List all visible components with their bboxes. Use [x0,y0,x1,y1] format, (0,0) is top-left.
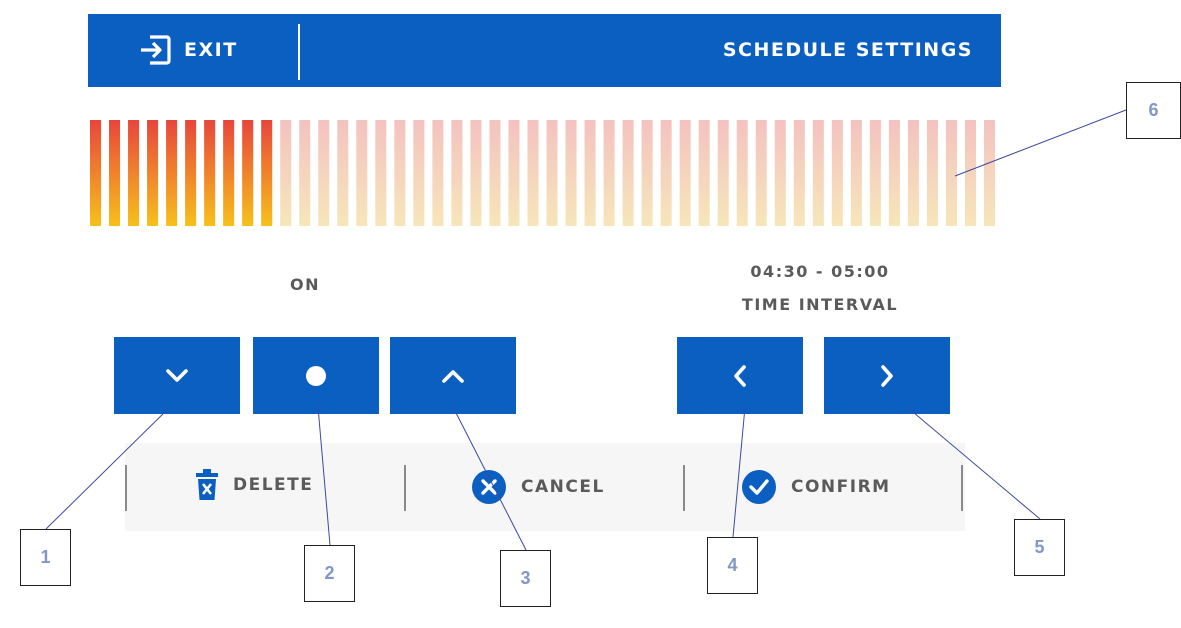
timeline-slot-inactive [527,120,539,226]
timeline-slot-inactive [888,120,900,226]
timeline-slot-inactive [964,120,976,226]
callout-leader-lines [45,109,1127,551]
timeline-slot-inactive [546,120,558,226]
confirm-button[interactable]: CONFIRM [741,469,891,505]
callout-3: 3 [500,550,551,607]
timeline-slot-active [128,120,140,226]
increase-button[interactable] [390,337,516,414]
exit-label: EXIT [184,39,238,61]
checkmark-icon [742,470,776,504]
timeline-slot-inactive [907,120,919,226]
timeline-slot-inactive [565,120,577,226]
timeline-slot-inactive [318,120,330,226]
header-bar: EXIT SCHEDULE SETTINGS [88,14,1001,87]
timeline-slot-active [166,120,178,226]
cancel-label: CANCEL [521,477,605,497]
timeline-slot-inactive [983,120,996,226]
timeline-slot-inactive [413,120,425,226]
page-title: SCHEDULE SETTINGS [722,39,973,61]
timeline-slot-active [223,120,235,226]
timeline-slot-inactive [736,120,748,226]
timeline-slot-inactive [812,120,824,226]
timeline-slot-inactive [299,120,311,226]
timeline-slot-active [109,120,121,226]
timeline-slot-inactive [698,120,710,226]
timeline-slot-inactive [394,120,406,226]
timeline-slot-inactive [850,120,862,226]
callout-4: 4 [707,537,758,594]
bar-separator [961,465,963,511]
timeline-slot-inactive [831,120,843,226]
timeline-slot-inactive [660,120,672,226]
timeline-slot-inactive [622,120,634,226]
dot-icon [306,365,326,386]
time-interval-label: TIME INTERVAL [741,295,899,314]
timeline-slot-active [204,120,216,226]
timeline-slot-inactive [489,120,501,226]
cancel-icon [472,470,506,504]
bar-separator [404,465,406,511]
schedule-timeline[interactable] [88,120,1001,226]
timeline-slot-inactive [869,120,881,226]
time-interval-range: 04:30 - 05:00 [750,262,890,281]
timeline-slot-inactive [641,120,653,226]
delete-label: DELETE [233,475,314,495]
callout-2: 2 [304,545,355,602]
timeline-bars [90,120,996,226]
decrease-button[interactable] [114,337,240,414]
bar-separator [683,465,685,511]
chevron-up-icon [442,369,464,383]
trash-icon [196,469,218,500]
exit-icon [141,35,171,65]
timeline-slot-inactive [451,120,463,226]
timeline-slot-active [242,120,254,226]
timeline-slot-active [185,120,197,226]
action-bar: DELETE CANCEL CONFIRM [125,443,965,531]
callout-5: 5 [1014,519,1065,576]
timeline-slot-inactive [755,120,767,226]
timeline-slot-inactive [375,120,387,226]
header-divider [298,24,300,80]
timeline-slot-inactive [679,120,691,226]
timeline-slot-inactive [603,120,615,226]
chevron-down-icon [166,368,188,382]
timeline-slot-inactive [337,120,349,226]
confirm-label: CONFIRM [791,477,891,497]
timeline-slot-inactive [356,120,368,226]
timeline-slot-inactive [926,120,938,226]
callout-1: 1 [20,529,71,586]
status-text: ON [290,275,320,294]
previous-interval-button[interactable] [677,337,803,414]
chevron-left-icon [734,364,746,387]
next-interval-button[interactable] [824,337,950,414]
timeline-slot-active [90,120,102,226]
callout-6: 6 [1126,82,1181,139]
chevron-right-icon [881,364,893,387]
timeline-slot-inactive [584,120,596,226]
timeline-slot-active [147,120,159,226]
cancel-button[interactable]: CANCEL [471,469,605,505]
toggle-button[interactable] [253,337,379,414]
bar-separator [125,465,127,511]
exit-button[interactable]: EXIT [138,32,238,68]
timeline-slot-inactive [793,120,805,226]
timeline-slot-inactive [717,120,729,226]
timeline-slot-inactive [774,120,786,226]
timeline-slot-inactive [432,120,444,226]
timeline-slot-inactive [470,120,482,226]
delete-button[interactable]: DELETE [195,469,313,501]
timeline-slot-inactive [280,120,292,226]
timeline-slot-inactive [945,120,957,226]
timeline-slot-inactive [508,120,520,226]
timeline-slot-active [261,120,273,226]
